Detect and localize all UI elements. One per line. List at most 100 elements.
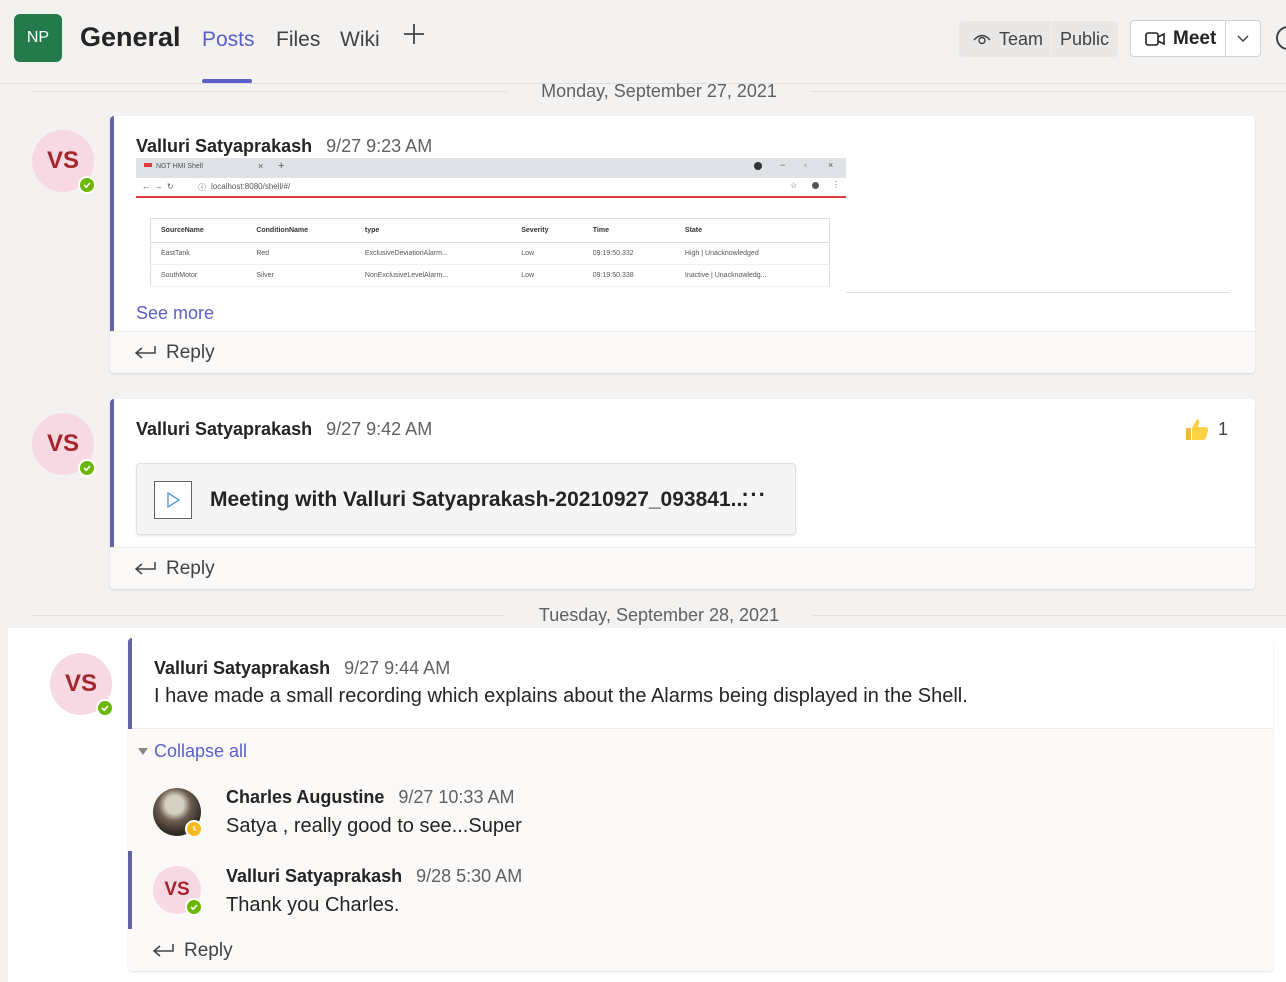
video-camera-icon [1145, 31, 1165, 46]
reply-body: Satya , really good to see...Super [226, 815, 522, 837]
message-time: 9/27 9:23 AM [326, 136, 433, 156]
kebab-menu-icon: ⋮ [832, 180, 840, 189]
reply-label: Reply [184, 940, 233, 961]
table-cell: Inactive | Unacknowledg... [674, 264, 830, 287]
message-card: Valluri Satyaprakash 9/27 9:44 AM I have… [128, 638, 1273, 971]
plus-icon: + [278, 160, 285, 172]
reply-button[interactable]: Reply [110, 331, 1255, 373]
team-avatar[interactable]: NP [14, 14, 62, 62]
reply-button[interactable]: Reply [128, 931, 1273, 971]
restore-icon: ▫ [804, 161, 807, 170]
table-header: ConditionName [246, 218, 355, 243]
table-cell: Red [246, 242, 355, 265]
thread-accent-bar [110, 399, 114, 547]
collapse-all-button[interactable]: Collapse all [138, 741, 247, 762]
visibility-label: Public [1060, 28, 1110, 49]
meet-dropdown-button[interactable] [1226, 20, 1261, 57]
message-meta: Valluri Satyaprakash 9/27 9:44 AM [154, 658, 450, 679]
thumbs-up-icon [1186, 419, 1209, 440]
see-more-link[interactable]: See more [136, 303, 214, 324]
root-message [128, 638, 1273, 729]
reaction-count: 1 [1218, 418, 1229, 439]
table-cell: SouthMotor [150, 264, 247, 287]
thread-accent-bar [128, 851, 132, 929]
add-tab-button[interactable] [402, 22, 426, 52]
presence-available-icon [78, 176, 96, 194]
table-header: SourceName [150, 218, 247, 243]
team-label: Team [999, 28, 1044, 49]
browser-tab-bar: NGT HMI Shell × + − ▫ × [136, 158, 846, 178]
table-header: Time [582, 218, 675, 243]
reply-label: Reply [166, 557, 215, 579]
meet-label: Meet [1173, 27, 1217, 49]
message-meta: Valluri Satyaprakash 9/27 9:42 AM [136, 419, 432, 440]
record-icon [754, 162, 762, 170]
date-separator-text: Monday, September 27, 2021 [541, 80, 777, 101]
tab-files[interactable]: Files [276, 28, 320, 52]
team-visibility-pill[interactable]: Team Public [959, 21, 1118, 57]
table-cell: High | Unacknowledged [674, 242, 830, 265]
eye-icon [973, 34, 991, 45]
avatar[interactable]: VS [32, 130, 96, 194]
avatar[interactable]: VS [50, 653, 114, 717]
thread-accent-bar [110, 116, 114, 332]
table-header: State [674, 218, 830, 243]
avatar[interactable]: VS [32, 413, 96, 477]
reply-label: Reply [166, 341, 215, 363]
table-cell: ExclusiveDeviationAlarm... [354, 242, 512, 265]
avatar-initials: VS [46, 147, 79, 174]
reply-time: 9/27 10:33 AM [398, 787, 515, 807]
caret-down-icon [138, 747, 148, 755]
table-header: type [354, 218, 512, 243]
thread-accent-bar [128, 638, 132, 729]
table-cell: Silver [246, 264, 355, 287]
message-meta: Valluri Satyaprakash 9/27 9:23 AM [136, 136, 432, 157]
table-header: Severity [511, 218, 583, 243]
message-author[interactable]: Valluri Satyaprakash [136, 136, 312, 157]
message-author[interactable]: Valluri Satyaprakash [154, 658, 330, 679]
browser-address-bar: ← → ↻ ⓘ localhost:8080/shell/#/ ☆ ⋮ [136, 178, 846, 198]
reply-author[interactable]: Valluri Satyaprakash [226, 866, 402, 887]
message-time: 9/27 9:42 AM [326, 419, 433, 439]
close-icon: × [828, 160, 834, 170]
tab-posts[interactable]: Posts [202, 28, 255, 52]
reply-arrow-icon [134, 345, 156, 359]
meet-button[interactable]: Meet [1130, 20, 1226, 57]
message-author[interactable]: Valluri Satyaprakash [136, 419, 312, 440]
browser-url: localhost:8080/shell/#/ [211, 182, 291, 191]
reply-meta: Charles Augustine 9/27 10:33 AM [226, 787, 514, 808]
info-icon[interactable] [1276, 26, 1286, 50]
avatar[interactable]: VS [153, 866, 203, 916]
table-cell: 09:19:50.338 [582, 264, 675, 287]
date-separator: Tuesday, September 28, 2021 [32, 605, 1286, 625]
reply-time: 9/28 5:30 AM [416, 866, 523, 886]
chevron-down-icon [1237, 34, 1249, 42]
reply-author[interactable]: Charles Augustine [226, 787, 384, 808]
message-time: 9/27 9:44 AM [344, 658, 451, 678]
date-separator: Monday, September 27, 2021 [32, 81, 1286, 101]
recording-file-card[interactable]: Meeting with Valluri Satyaprakash-202109… [136, 463, 796, 535]
avatar-photo[interactable] [153, 788, 203, 838]
channel-header: NP General Posts Files Wiki Team Public … [0, 0, 1286, 84]
presence-available-icon [78, 459, 96, 477]
embedded-screenshot[interactable]: NGT HMI Shell × + − ▫ × ← → ↻ ⓘ localhos… [136, 158, 846, 293]
collapse-all-label: Collapse all [154, 741, 248, 761]
profile-icon [812, 182, 819, 189]
table-cell: EastTank [150, 242, 247, 265]
table-row: EastTank Red ExclusiveDeviationAlarm... … [150, 242, 830, 265]
tab-wiki[interactable]: Wiki [340, 28, 380, 52]
table-cell: Low [511, 264, 583, 287]
browser-tab-title: NGT HMI Shell [156, 163, 203, 170]
brand-logo [144, 163, 152, 167]
reply-button[interactable]: Reply [110, 547, 1255, 589]
minimize-icon: − [780, 160, 786, 170]
date-separator-text: Tuesday, September 28, 2021 [538, 604, 780, 625]
video-play-icon [154, 481, 192, 519]
reaction-like[interactable]: 1 [1184, 417, 1228, 441]
table-cell: NonExclusiveLevelAlarm... [354, 264, 512, 287]
more-options-icon[interactable]: ··· [742, 482, 767, 508]
info-icon: ⓘ [198, 183, 206, 192]
alarms-table: SourceName ConditionName type Severity T… [150, 218, 830, 287]
avatar-initials: VS [46, 430, 79, 457]
table-cell: 09:19:50.332 [582, 242, 675, 265]
